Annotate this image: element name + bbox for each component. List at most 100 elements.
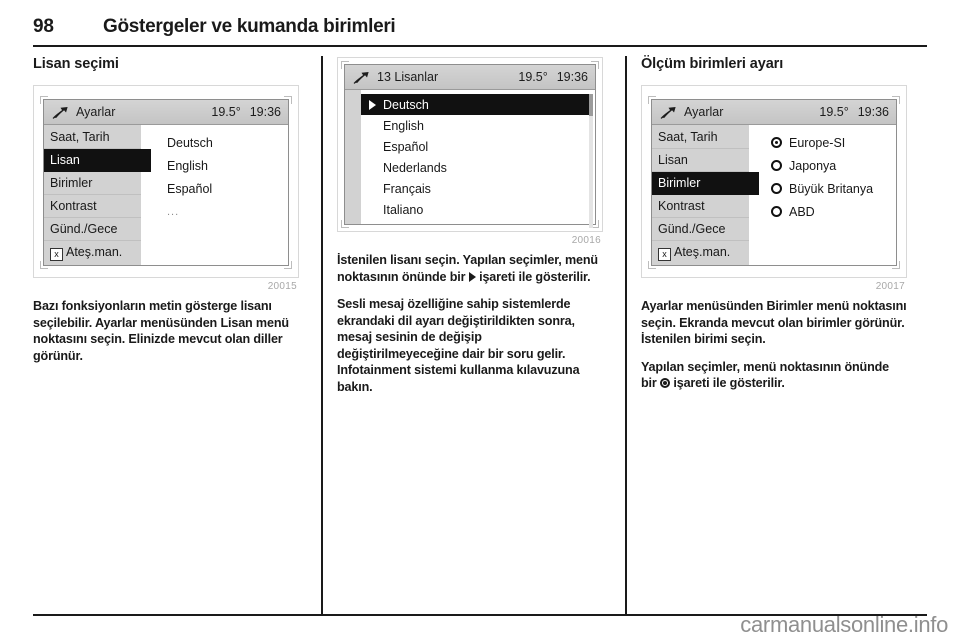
menu-item-label: Birimler (50, 176, 93, 191)
display-corner-mark (591, 61, 599, 69)
radio-label: Europe-SI (789, 135, 846, 150)
menu-item-lisan[interactable]: Lisan (652, 149, 749, 173)
menu-item-gunduz-gece[interactable]: Günd./Gece (652, 218, 749, 242)
scrollbar[interactable] (589, 94, 593, 228)
column-1: Lisan seçimi Ayarlar 19.5° 19:36 Saat, T… (33, 56, 311, 614)
display-body: Saat, Tarih Lisan Birimler Kontrast Günd… (652, 125, 896, 266)
paragraph-text-cont: işareti ile gösterilir. (673, 376, 785, 391)
paragraph-text-cont: işareti ile gösterilir. (479, 269, 591, 284)
column-divider-2 (625, 56, 627, 614)
display-title-bar: Ayarlar 19.5° 19:36 (652, 100, 896, 126)
checkbox-x-icon[interactable]: x (658, 248, 671, 262)
radio-option-buyuk-britanya[interactable]: Büyük Britanya (771, 177, 896, 200)
menu-item-label: Günd./Gece (50, 222, 118, 237)
section-title-units: Ölçüm birimleri ayarı (641, 56, 784, 72)
language-list: Deutsch English Español Nederlands Franç… (361, 90, 595, 228)
display-temperature: 19.5° (819, 105, 849, 120)
display-body: Deutsch English Español Nederlands Franç… (345, 90, 595, 228)
menu-item-lisan[interactable]: Lisan (44, 149, 151, 173)
display-clock: 19:36 (249, 105, 281, 120)
car-display-settings-units: Ayarlar 19.5° 19:36 Saat, Tarih Lisan Bi… (648, 96, 900, 270)
figure-number-20017: 20017 (875, 281, 905, 293)
radio-label: Büyük Britanya (789, 181, 874, 196)
display-title-bar: 13 Lisanlar 19.5° 19:36 (345, 65, 595, 90)
language-item-espanol[interactable]: Español (361, 136, 595, 157)
menu-item-label: Saat, Tarih (658, 130, 718, 145)
language-item-francais[interactable]: Français (361, 178, 595, 199)
language-item-nederlands[interactable]: Nederlands (361, 157, 595, 178)
paragraph-units-intro: Ayarlar menüsünden Birimler menü noktası… (641, 299, 907, 347)
scrollbar-thumb[interactable] (589, 94, 593, 116)
paragraph-voice-message: Sesli mesaj özelliğine sahip sistemlerde… (337, 297, 580, 394)
menu-item-kontrast[interactable]: Kontrast (44, 195, 141, 219)
display-clock: 19:36 (857, 105, 889, 120)
checkbox-x-icon[interactable]: x (50, 248, 63, 262)
display-gutter (345, 90, 361, 224)
radio-icon (771, 206, 782, 218)
content-columns: Lisan seçimi Ayarlar 19.5° 19:36 Saat, T… (0, 56, 960, 616)
option-more-ellipsis: ... (167, 205, 180, 218)
menu-item-label: Saat, Tarih (50, 130, 110, 145)
menu-item-birimler[interactable]: Birimler (652, 172, 759, 196)
menu-item-gunduz-gece[interactable]: Günd./Gece (44, 218, 141, 242)
radio-option-europe-si[interactable]: Europe-SI (771, 131, 896, 154)
option-deutsch[interactable]: Deutsch (167, 131, 288, 154)
car-display-language-list: 13 Lisanlar 19.5° 19:36 Deutsch English … (341, 61, 599, 228)
display-title-bar: Ayarlar 19.5° 19:36 (44, 100, 288, 126)
display-temperature: 19.5° (518, 70, 548, 84)
column-divider-1 (321, 56, 323, 614)
option-espanol[interactable]: Español (167, 177, 288, 200)
menu-item-saat-tarih[interactable]: Saat, Tarih (44, 126, 141, 150)
display-corner-mark (648, 261, 656, 270)
site-watermark: carmanualsonline.info (740, 612, 948, 637)
menu-item-label: Kontrast (50, 199, 97, 214)
radio-option-japonya[interactable]: Japonya (771, 154, 896, 177)
display-clock: 19:36 (556, 70, 588, 84)
menu-item-kontrast[interactable]: Kontrast (652, 195, 749, 219)
menu-item-label: Ateş.man. (674, 245, 731, 260)
menu-item-label: Günd./Gece (658, 222, 726, 237)
language-label: Nederlands (383, 160, 447, 175)
language-item-italiano[interactable]: Italiano (361, 199, 595, 220)
header-divider (33, 45, 927, 47)
menu-item-label: Kontrast (658, 199, 705, 214)
display-corner-mark (648, 96, 656, 105)
figure-settings-units: Ayarlar 19.5° 19:36 Saat, Tarih Lisan Bi… (641, 85, 907, 292)
language-label: English (383, 118, 424, 133)
display-corner-mark (284, 96, 292, 105)
display-option-list: Deutsch English Español ... (141, 125, 288, 266)
radio-label: Japonya (789, 158, 837, 173)
paragraph-language-intro: Bazı fonksiyonların metin gösterge lisan… (33, 299, 289, 363)
menu-item-saat-tarih[interactable]: Saat, Tarih (652, 126, 749, 150)
settings-wrench-icon (353, 71, 369, 84)
menu-item-label: Ateş.man. (66, 245, 123, 260)
language-label: Deutsch (383, 97, 429, 112)
display-corner-mark (40, 96, 48, 105)
radio-marker-icon (660, 378, 671, 389)
language-item-english[interactable]: English (361, 115, 595, 136)
option-english[interactable]: English (167, 154, 288, 177)
display-menu-list: Saat, Tarih Lisan Birimler Kontrast Günd… (44, 125, 151, 266)
radio-label: ABD (789, 204, 815, 219)
column-2: 13 Lisanlar 19.5° 19:36 Deutsch English … (337, 56, 615, 614)
menu-item-ates-man[interactable]: x Ateş.man. (44, 241, 141, 264)
language-item-deutsch[interactable]: Deutsch (361, 94, 589, 115)
menu-item-label: Birimler (658, 176, 701, 191)
display-corner-mark (284, 261, 292, 270)
radio-icon (771, 183, 782, 195)
display-title: Ayarlar (684, 105, 724, 120)
menu-item-ates-man[interactable]: x Ateş.man. (652, 241, 749, 264)
car-display-settings-language: Ayarlar 19.5° 19:36 Saat, Tarih Lisan Bi… (40, 96, 292, 270)
figure-number-20015: 20015 (267, 281, 297, 293)
selected-arrow-icon (369, 99, 376, 110)
display-menu-list: Saat, Tarih Lisan Birimler Kontrast Günd… (652, 125, 759, 266)
column-3: Ölçüm birimleri ayarı Ayarlar 19.5° 19:3… (641, 56, 919, 614)
display-radio-list: Europe-SI Japonya Büyük Britanya ABD (749, 125, 896, 266)
language-label: Español (383, 139, 429, 154)
radio-option-abd[interactable]: ABD (771, 200, 896, 223)
section-title-language: Lisan seçimi (33, 56, 119, 72)
display-corner-mark (40, 261, 48, 270)
figure-settings-language: Ayarlar 19.5° 19:36 Saat, Tarih Lisan Bi… (33, 85, 299, 292)
menu-item-birimler[interactable]: Birimler (44, 172, 141, 196)
page-title: Göstergeler ve kumanda birimleri (103, 16, 396, 37)
